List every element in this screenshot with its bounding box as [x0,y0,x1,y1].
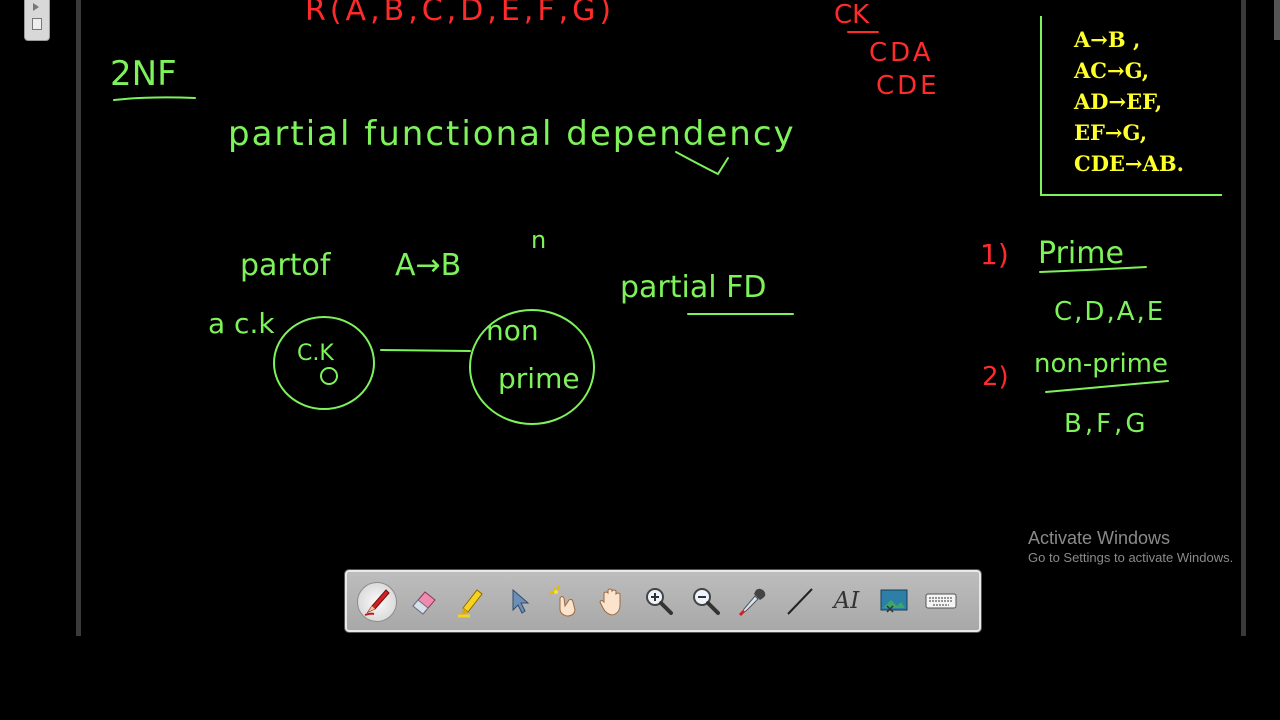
zoom-out-icon [692,588,720,615]
heading-2nf: 2NF [110,54,177,94]
eraser-tool-button[interactable] [400,577,447,625]
keyboard-icon [925,593,956,609]
line-tool-icon [786,588,813,615]
zoom-out-tool-button[interactable] [682,577,729,625]
circle-left-label: C.K [297,341,334,366]
partial-fd-label: partial FD [620,270,766,305]
fd-list: A→B , AC→G, AD→EF, EF→G, CDE→AB. [1042,16,1222,179]
title-squiggle [675,151,729,176]
watermark-subtitle: Go to Settings to activate Windows. [1028,550,1234,565]
connector-line [380,349,471,352]
text-tool-button[interactable]: AI [823,577,870,625]
eyedropper-tool-button[interactable] [729,577,776,625]
fd-item: AC→G, [1074,58,1150,83]
keyboard-tool-button[interactable] [917,577,964,625]
pointer-tool-button[interactable] [494,577,541,625]
prime-values: C,D,A,E [1054,297,1165,327]
screen-capture-icon [880,589,907,613]
line-tool-button[interactable] [776,577,823,625]
non-prime-underline [1045,380,1169,393]
partof-label: partof [240,248,332,283]
relation-formula: R(A,B,C,D,E,F,G) [305,0,615,28]
pan-hand-tool-button[interactable] [588,577,635,625]
item1-number: 1) [980,238,1009,271]
non-prime-label: non-prime [1034,349,1168,379]
non-prime-values: B,F,G [1064,409,1148,439]
activate-windows-watermark: Activate Windows Go to Settings to activ… [1028,527,1233,567]
laser-pointer-tool-icon [549,586,576,617]
highlighter-tool-button[interactable] [447,577,494,625]
zoom-in-tool-button[interactable] [635,577,682,625]
fd-item: EF→G, [1074,120,1148,145]
highlighter-tool-icon [457,589,483,618]
zoom-in-icon [645,588,673,615]
fd-item: A→B , [1074,27,1141,52]
text-tool-icon: AI [833,588,860,614]
pen-tool-button[interactable] [353,577,400,625]
fd-item: AD→EF, [1074,89,1163,114]
ck-value-2: CDE [876,71,940,101]
ck-label: CK [834,0,870,30]
circle-right-label-line1: non [486,314,539,347]
laser-pointer-tool-button[interactable] [541,577,588,625]
ck-value-1: CDA [869,38,934,68]
pointer-tool-icon [512,588,529,614]
watermark-title: Activate Windows [1028,528,1171,548]
scribble-mark [320,367,338,385]
ink-toolbar: AI [345,570,981,632]
candidate-key-note: a c.k [208,307,275,340]
screen-capture-tool-button[interactable] [870,577,917,625]
page-title: partial functional dependency [228,114,796,154]
pen-tool-icon [364,589,390,616]
fd-item: CDE→AB. [1074,151,1184,176]
stray-mark: n [531,226,546,254]
functional-dependency-box: A→B , AC→G, AD→EF, EF→G, CDE→AB. [1040,16,1222,196]
dependency-example: A→B [395,248,461,283]
eyedropper-icon [738,588,765,617]
circle-right-label-line2: prime [498,362,580,395]
eraser-tool-icon [411,591,436,615]
heading-underline [113,96,196,101]
pan-hand-icon [598,588,620,616]
item2-number: 2) [982,362,1009,392]
prime-label: Prime [1038,236,1124,271]
